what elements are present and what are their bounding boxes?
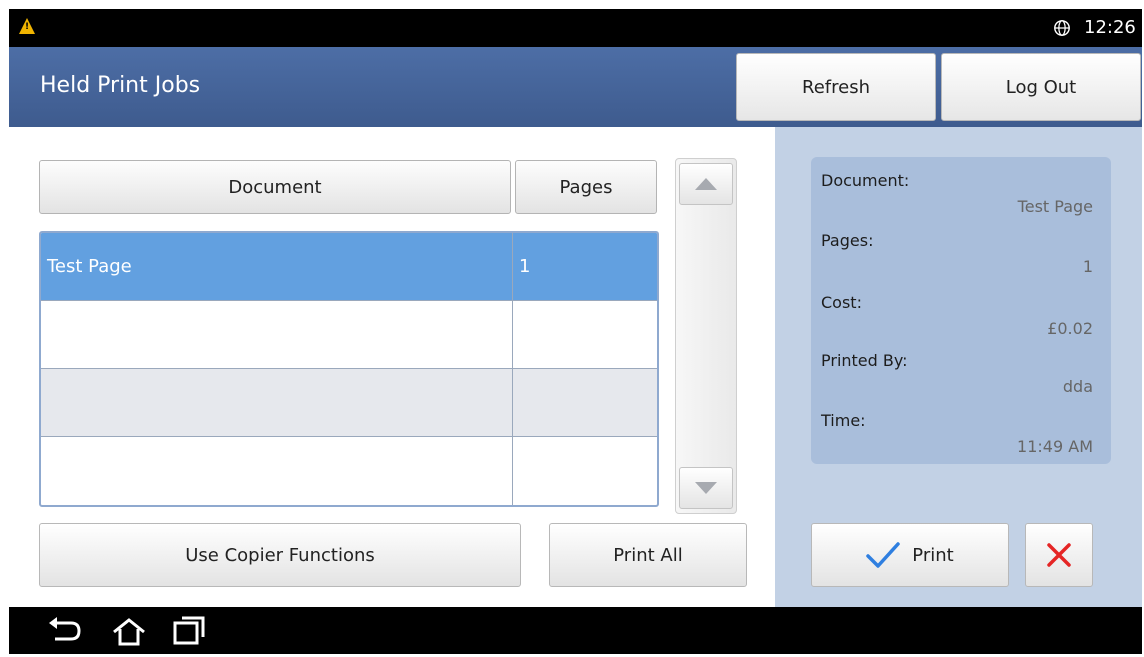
table-row[interactable]: Test Page 1	[41, 233, 657, 301]
back-icon[interactable]	[49, 617, 83, 645]
recent-apps-icon[interactable]	[173, 615, 207, 645]
pages-cell: 1	[519, 256, 531, 277]
home-icon[interactable]	[112, 617, 146, 647]
document-cell	[41, 437, 513, 505]
scroll-up-button[interactable]	[679, 163, 733, 205]
detail-pages-value: 1	[1082, 257, 1093, 276]
detail-printed-by-label: Printed By:	[821, 351, 908, 370]
clock: 12:26	[1084, 17, 1136, 38]
pages-cell	[513, 369, 657, 436]
log-out-button[interactable]: Log Out	[941, 53, 1141, 121]
refresh-button[interactable]: Refresh	[736, 53, 936, 121]
document-cell	[41, 369, 513, 436]
detail-cost-value: £0.02	[1047, 319, 1093, 338]
document-cell	[41, 301, 513, 368]
delete-x-icon	[1047, 543, 1071, 567]
print-all-button[interactable]: Print All	[549, 523, 747, 587]
globe-icon	[1054, 20, 1070, 36]
print-label: Print	[912, 544, 954, 566]
main-content: Document Pages Test Page 1 Document: Tes…	[9, 127, 1142, 607]
warning-icon: !	[19, 18, 35, 34]
use-copier-functions-button[interactable]: Use Copier Functions	[39, 523, 521, 587]
detail-printed-by-value: dda	[1062, 377, 1093, 396]
page-title: Held Print Jobs	[40, 73, 201, 98]
document-cell: Test Page	[41, 233, 513, 300]
column-header-document[interactable]: Document	[39, 160, 511, 214]
scrollbar[interactable]	[675, 158, 737, 514]
scroll-down-button[interactable]	[679, 467, 733, 509]
pages-cell	[513, 437, 657, 505]
detail-time-label: Time:	[821, 411, 866, 430]
detail-time-value: 11:49 AM	[1017, 437, 1093, 456]
print-button[interactable]: Print	[811, 523, 1009, 587]
table-row[interactable]	[41, 437, 657, 505]
arrow-up-icon	[695, 178, 717, 190]
detail-cost-label: Cost:	[821, 293, 862, 312]
app-window: ! 12:26 Held Print Jobs Refresh Log Out …	[9, 9, 1142, 654]
checkmark-icon	[866, 542, 901, 568]
print-jobs-table: Test Page 1	[39, 231, 659, 507]
job-details-panel: Document: Test Page Pages: 1 Cost: £0.02…	[811, 157, 1111, 464]
delete-job-button[interactable]	[1025, 523, 1093, 587]
arrow-down-icon	[695, 482, 717, 494]
navigation-bar	[9, 607, 1142, 654]
table-row[interactable]	[41, 301, 657, 369]
detail-document-value: Test Page	[1017, 197, 1093, 216]
table-row[interactable]	[41, 369, 657, 437]
detail-pages-label: Pages:	[821, 231, 874, 250]
detail-document-label: Document:	[821, 171, 910, 190]
status-bar: ! 12:26	[9, 9, 1142, 47]
header-bar: Held Print Jobs Refresh Log Out	[9, 47, 1142, 127]
column-header-pages[interactable]: Pages	[515, 160, 657, 214]
pages-cell	[513, 301, 657, 368]
